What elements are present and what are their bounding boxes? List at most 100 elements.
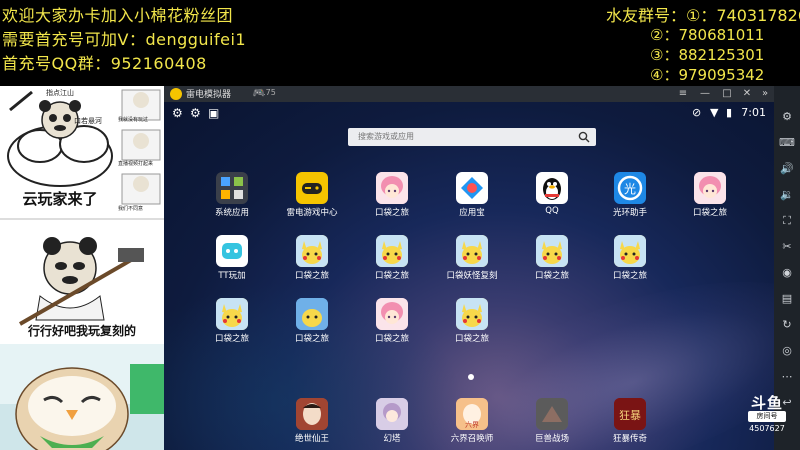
svg-text:狂暴: 狂暴	[619, 409, 641, 422]
app-search-input[interactable]: 搜索游戏或应用	[348, 128, 596, 146]
emulator-titlebar: 雷电模拟器 3.75 🎮 ≡ — □ ✕ »	[164, 86, 774, 102]
meme-panda-mop: 行行好吧我玩复刻的	[0, 218, 164, 344]
app-shortcut[interactable]: 口袋之旅	[364, 298, 420, 344]
app-label: 雷电游戏中心	[286, 208, 338, 218]
app-label: 狂暴传奇	[612, 434, 647, 444]
minimize-icon[interactable]: —	[698, 87, 712, 101]
meme-side-caption: 我就没有玩过	[118, 117, 149, 123]
settings-gear-icon[interactable]: ⚙	[172, 106, 183, 120]
app-shortcut[interactable]: TT玩加	[204, 235, 260, 281]
menu-icon[interactable]: ≡	[676, 87, 690, 101]
app-label: 口袋之旅	[214, 334, 249, 344]
meme-caption-playing-remake: 行行好吧我玩复刻的	[27, 324, 136, 338]
xianwang-icon	[296, 398, 328, 430]
app-label: 口袋之旅	[374, 334, 409, 344]
app-label: 口袋之旅	[294, 334, 329, 344]
app-shortcut[interactable]: 口袋之旅	[284, 235, 340, 281]
gamepad-icon[interactable]: 🎮	[252, 87, 266, 101]
location-icon[interactable]: ◎	[778, 342, 796, 360]
meme-side-caption: 我们不同意	[118, 206, 144, 212]
douyu-logo: 斗鱼	[750, 394, 783, 412]
settings-icon[interactable]: ⚙	[778, 108, 796, 126]
close-icon[interactable]: ✕	[740, 87, 754, 101]
app-label: 绝世仙王	[294, 434, 329, 444]
system-apps-folder-icon	[216, 172, 248, 204]
pikachu-blue-icon	[296, 298, 328, 330]
app-shortcut[interactable]: 口袋之旅	[364, 172, 420, 218]
app-label: 口袋之旅	[692, 208, 727, 218]
pikachu-icon	[536, 235, 568, 267]
keyboard-icon[interactable]: ⌨	[778, 134, 796, 152]
app-label: 六界召唤师	[450, 434, 494, 444]
app-label: 系统应用	[214, 208, 249, 218]
app-shortcut[interactable]: 幻塔	[364, 398, 420, 444]
app-shortcut[interactable]: 六界 六界召唤师	[444, 398, 500, 444]
app-label: 口袋之旅	[294, 271, 329, 281]
android-status-bar: ⚙ ⚙ ▣ ⊘ ▼ ▮ 7:01	[164, 102, 774, 124]
volume-up-icon[interactable]: 🔊	[778, 160, 796, 178]
douyu-watermark: 斗鱼 房间号 4507627	[744, 392, 790, 438]
pikachu-icon	[614, 235, 646, 267]
rowlet-illustration	[0, 364, 164, 450]
overlay-fan-group-title: 水友群号：①：740317826	[606, 6, 800, 25]
pikachu-icon	[296, 235, 328, 267]
overlay-fan-group-4: ④：979095342	[650, 66, 765, 84]
app-shortcut[interactable]: 口袋之旅	[284, 298, 340, 344]
app-shortcut[interactable]: 口袋之旅	[204, 298, 260, 344]
tower-icon	[376, 398, 408, 430]
app-shortcut[interactable]: 绝世仙王	[284, 398, 340, 444]
app-label: 口袋之旅	[374, 208, 409, 218]
overlay-wechat-text: 需要首充号可加V：dengguifei1	[2, 30, 247, 49]
room-label: 房间号	[748, 411, 786, 422]
fullscreen-icon[interactable]: ⛶	[778, 212, 796, 230]
emulator-title: 雷电模拟器	[186, 90, 232, 100]
status-time: 7:01	[741, 106, 766, 119]
app-shortcut[interactable]: 系统应用	[204, 172, 260, 218]
expand-icon[interactable]: »	[758, 87, 772, 101]
meme-side-caption: 直播视频打起来	[118, 161, 154, 167]
wifi-icon: ▼	[710, 106, 719, 119]
anime-girl-icon	[694, 172, 726, 204]
battery-icon: ▮	[726, 106, 733, 119]
app-shortcut[interactable]: 口袋之旅	[524, 235, 580, 281]
app-shortcut[interactable]: QQ	[524, 172, 580, 216]
meme-caption-cloud-player: 云玩家来了	[22, 190, 98, 208]
room-id: 4507627	[749, 424, 785, 433]
legend-icon: 狂暴	[614, 398, 646, 430]
overlay-welcome-text: 欢迎大家办卡加入小棉花粉丝团	[2, 6, 234, 25]
app-shortcut[interactable]: 口袋之旅	[364, 235, 420, 281]
no-sim-icon: ⊘	[692, 106, 702, 119]
app-shortcut[interactable]: 口袋之旅	[444, 298, 500, 344]
app-shortcut[interactable]: 口袋之旅	[602, 235, 658, 281]
app-shortcut[interactable]: 雷电游戏中心	[284, 172, 340, 218]
overlay-qq-group-text: 首充号QQ群：952160408	[2, 54, 207, 73]
beast-icon	[536, 398, 568, 430]
app-shortcut[interactable]: 光光环助手	[602, 172, 658, 218]
more-icon[interactable]: ⋯	[778, 368, 796, 386]
volume-down-icon[interactable]: 🔉	[778, 186, 796, 204]
record-icon[interactable]: ◉	[778, 264, 796, 282]
app-shortcut[interactable]: 应用宝	[444, 172, 500, 218]
maximize-icon[interactable]: □	[720, 87, 734, 101]
android-home-screen: ⚙ ⚙ ▣ ⊘ ▼ ▮ 7:01 搜索游戏或应用 系统应用 雷电游戏中心 口袋之旅应…	[164, 102, 774, 450]
app-label: 口袋之旅	[454, 334, 489, 344]
settings-gear-icon[interactable]: ⚙	[190, 106, 201, 120]
search-icon[interactable]	[578, 131, 590, 143]
svg-text:六界: 六界	[465, 420, 479, 429]
app-shortcut[interactable]: 狂暴 狂暴传奇	[602, 398, 658, 444]
app-shortcut[interactable]: 口袋之旅	[682, 172, 738, 218]
install-apk-icon[interactable]: ▤	[778, 290, 796, 308]
rowlet-image	[0, 344, 164, 450]
app-shortcut[interactable]: 口袋妖怪复刻	[444, 235, 500, 281]
screenshot-icon[interactable]: ✂	[778, 238, 796, 256]
app-shortcut[interactable]: 巨兽战场	[524, 398, 580, 444]
shake-icon[interactable]: ↻	[778, 316, 796, 334]
search-placeholder: 搜索游戏或应用	[358, 132, 414, 141]
pikachu-icon	[376, 235, 408, 267]
notification-icon: ▣	[208, 106, 220, 120]
pikachu-icon	[456, 298, 488, 330]
gamepad-icon	[296, 172, 328, 204]
anime-girl-icon	[376, 298, 408, 330]
app-label: 口袋妖怪复刻	[446, 271, 498, 281]
halo-icon: 光	[614, 172, 646, 204]
